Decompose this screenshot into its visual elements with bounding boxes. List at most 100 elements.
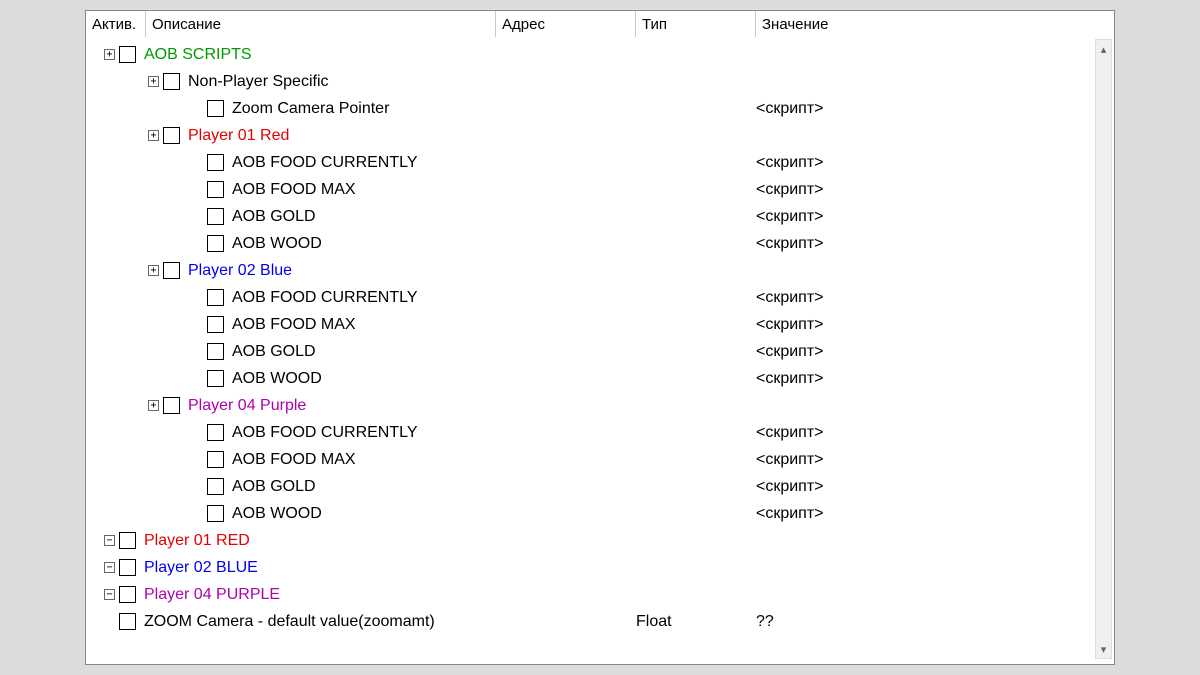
expand-icon[interactable]: + [148, 265, 159, 276]
table-row[interactable]: + Player 01 Red [86, 122, 1114, 149]
active-checkbox[interactable] [119, 46, 136, 63]
active-checkbox[interactable] [119, 532, 136, 549]
cell-value: <скрипт> [756, 235, 1114, 253]
table-row[interactable]: AOB FOOD CURRENTLY <скрипт> [86, 419, 1114, 446]
table-row[interactable]: AOB FOOD MAX <скрипт> [86, 446, 1114, 473]
active-checkbox[interactable] [163, 262, 180, 279]
table-row[interactable]: + Player 04 Purple [86, 392, 1114, 419]
active-checkbox[interactable] [163, 127, 180, 144]
cell-value: <скрипт> [756, 451, 1114, 469]
active-checkbox[interactable] [207, 208, 224, 225]
cell-description: +Player 02 Blue [86, 262, 496, 280]
active-checkbox[interactable] [207, 100, 224, 117]
table-row[interactable]: + AOB SCRIPTS [86, 41, 1114, 68]
cell-description: AOB GOLD [86, 208, 496, 226]
cell-value: <скрипт> [756, 316, 1114, 334]
table-row[interactable]: −Player 01 RED [86, 527, 1114, 554]
table-row[interactable]: AOB FOOD CURRENTLY<скрипт> [86, 284, 1114, 311]
expand-icon[interactable]: + [104, 49, 115, 60]
table-row[interactable]: Zoom Camera Pointer <скрипт> [86, 95, 1114, 122]
active-checkbox[interactable] [119, 586, 136, 603]
collapse-icon[interactable]: − [104, 589, 115, 600]
row-label: AOB WOOD [232, 235, 322, 253]
cell-value: <скрипт> [756, 343, 1114, 361]
cell-value: <скрипт> [756, 424, 1114, 442]
table-row[interactable]: AOB FOOD CURRENTLY <скрипт> [86, 149, 1114, 176]
scroll-up-icon[interactable]: ▴ [1096, 40, 1111, 58]
cheat-tree: +AOB SCRIPTS+Non-Player SpecificZoom Cam… [86, 37, 1114, 635]
collapse-icon[interactable]: − [104, 562, 115, 573]
active-checkbox[interactable] [207, 289, 224, 306]
active-checkbox[interactable] [207, 424, 224, 441]
row-label: AOB FOOD CURRENTLY [232, 424, 418, 442]
active-checkbox[interactable] [207, 316, 224, 333]
cell-description: AOB WOOD [86, 235, 496, 253]
row-label: AOB FOOD MAX [232, 451, 356, 469]
cell-description: AOB FOOD CURRENTLY [86, 154, 496, 172]
active-checkbox[interactable] [119, 613, 136, 630]
row-label: Player 04 Purple [188, 397, 306, 415]
scroll-down-icon[interactable]: ▾ [1096, 640, 1111, 658]
row-label: Player 01 Red [188, 127, 289, 145]
active-checkbox[interactable] [163, 73, 180, 90]
row-label: AOB FOOD MAX [232, 316, 356, 334]
row-label: Player 04 PURPLE [144, 586, 280, 604]
row-label: AOB GOLD [232, 208, 316, 226]
cell-description: AOB GOLD [86, 343, 496, 361]
row-label: AOB SCRIPTS [144, 46, 252, 64]
cell-description: −Player 01 RED [86, 532, 496, 550]
expand-icon[interactable]: + [148, 130, 159, 141]
table-row[interactable]: AOB FOOD MAX <скрипт> [86, 176, 1114, 203]
cell-description: Zoom Camera Pointer [86, 100, 496, 118]
cell-description: + Player 01 Red [86, 127, 496, 145]
cell-value: <скрипт> [756, 181, 1114, 199]
table-row[interactable]: AOB WOOD<скрипт> [86, 500, 1114, 527]
header-active[interactable]: Актив. [86, 11, 146, 37]
header-type[interactable]: Тип [636, 11, 756, 37]
table-row[interactable]: +Non-Player Specific [86, 68, 1114, 95]
table-row[interactable]: AOB FOOD MAX <скрипт> [86, 311, 1114, 338]
expand-icon[interactable]: + [148, 400, 159, 411]
header-description[interactable]: Описание [146, 11, 496, 37]
table-row[interactable]: AOB WOOD <скрипт> [86, 365, 1114, 392]
active-checkbox[interactable] [207, 235, 224, 252]
active-checkbox[interactable] [207, 181, 224, 198]
cell-description: + AOB SCRIPTS [86, 46, 496, 64]
header-value[interactable]: Значение [756, 11, 1114, 37]
expand-icon[interactable]: + [148, 76, 159, 87]
active-checkbox[interactable] [207, 505, 224, 522]
table-row[interactable]: ZOOM Camera - default value(zoomamt)Floa… [86, 608, 1114, 635]
cell-description: AOB FOOD MAX [86, 181, 496, 199]
cell-value: <скрипт> [756, 370, 1114, 388]
header-address[interactable]: Адрес [496, 11, 636, 37]
cell-description: − Player 02 BLUE [86, 559, 496, 577]
table-row[interactable]: AOB GOLD<скрипт> [86, 473, 1114, 500]
vertical-scrollbar[interactable]: ▴ ▾ [1095, 39, 1112, 659]
cell-description: AOB FOOD CURRENTLY [86, 289, 496, 307]
row-label: AOB GOLD [232, 478, 316, 496]
table-row[interactable]: − Player 04 PURPLE [86, 581, 1114, 608]
row-label: AOB GOLD [232, 343, 316, 361]
cell-description: AOB FOOD MAX [86, 451, 496, 469]
table-row[interactable]: +Player 02 Blue [86, 257, 1114, 284]
active-checkbox[interactable] [207, 343, 224, 360]
active-checkbox[interactable] [207, 451, 224, 468]
row-label: AOB WOOD [232, 370, 322, 388]
cell-value: <скрипт> [756, 154, 1114, 172]
row-label: Player 02 BLUE [144, 559, 258, 577]
cell-description: AOB FOOD MAX [86, 316, 496, 334]
active-checkbox[interactable] [207, 370, 224, 387]
table-row[interactable]: − Player 02 BLUE [86, 554, 1114, 581]
active-checkbox[interactable] [207, 154, 224, 171]
collapse-icon[interactable]: − [104, 535, 115, 546]
cell-value: <скрипт> [756, 100, 1114, 118]
active-checkbox[interactable] [163, 397, 180, 414]
active-checkbox[interactable] [207, 478, 224, 495]
cell-description: AOB GOLD [86, 478, 496, 496]
table-row[interactable]: AOB GOLD <скрипт> [86, 203, 1114, 230]
cell-value: <скрипт> [756, 505, 1114, 523]
table-row[interactable]: AOB GOLD <скрипт> [86, 338, 1114, 365]
cell-value: <скрипт> [756, 208, 1114, 226]
active-checkbox[interactable] [119, 559, 136, 576]
table-row[interactable]: AOB WOOD <скрипт> [86, 230, 1114, 257]
